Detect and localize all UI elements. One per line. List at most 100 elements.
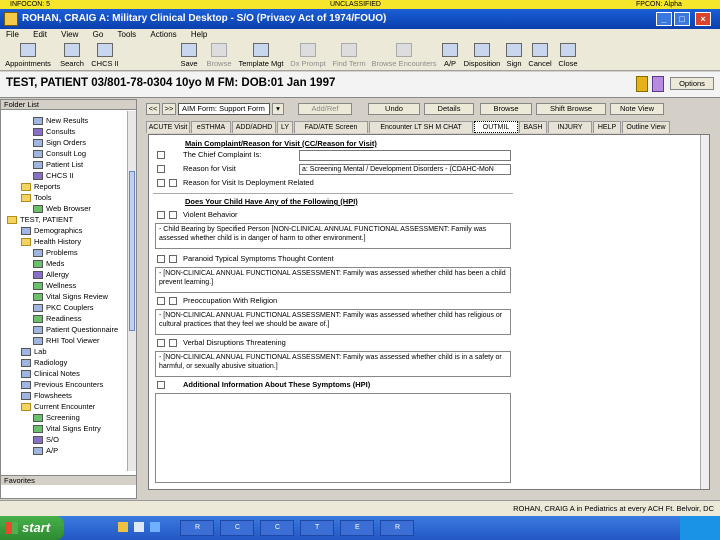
template-mgt-button[interactable]: Template Mgt bbox=[236, 43, 286, 68]
sidebar-item-vital-signs-entry[interactable]: Vital Signs Entry bbox=[33, 424, 101, 434]
sidebar-item-chcs[interactable]: CHCS II bbox=[33, 171, 74, 181]
deployment-checkbox[interactable] bbox=[157, 179, 165, 187]
sidebar-item-lab[interactable]: Lab bbox=[21, 347, 47, 357]
next-form-button[interactable]: >> bbox=[162, 103, 176, 115]
reason-visit-checkbox[interactable] bbox=[157, 165, 165, 173]
sidebar-item-flowsheets[interactable]: Flowsheets bbox=[21, 391, 72, 401]
form-scrollbar[interactable] bbox=[700, 135, 709, 489]
favorites-bar[interactable]: Favorites bbox=[1, 475, 136, 485]
taskbar-item-2[interactable]: C bbox=[220, 520, 254, 536]
additional-info-checkbox[interactable] bbox=[157, 381, 165, 389]
alert-icon[interactable] bbox=[636, 76, 648, 92]
paranoid-checkbox-2[interactable] bbox=[169, 255, 177, 263]
sidebar-item-readiness[interactable]: Readiness bbox=[33, 314, 81, 324]
sidebar-item-previous-encounters[interactable]: Previous Encounters bbox=[21, 380, 103, 390]
sidebar-item-problems[interactable]: Problems bbox=[33, 248, 78, 258]
sidebar-item-new-results[interactable]: New Results bbox=[33, 116, 88, 126]
sidebar-item-test-patient[interactable]: TEST, PATIENT bbox=[7, 215, 73, 225]
sidebar-item-so[interactable]: S/O bbox=[33, 435, 59, 445]
violent-behavior-checkbox-2[interactable] bbox=[169, 211, 177, 219]
religion-checkbox-2[interactable] bbox=[169, 297, 177, 305]
deployment-checkbox-2[interactable] bbox=[169, 179, 177, 187]
tab-encounter-mchat[interactable]: Encounter LT SH M CHAT bbox=[369, 121, 473, 133]
sidebar-item-health-history[interactable]: Health History bbox=[21, 237, 81, 247]
sidebar-item-ap[interactable]: A/P bbox=[33, 446, 58, 456]
flag-icon[interactable] bbox=[652, 76, 664, 92]
shift-browse-button[interactable]: Shift Browse bbox=[536, 103, 606, 115]
religion-note[interactable]: - [NON-CLINICAL ANNUAL FUNCTIONAL ASSESS… bbox=[155, 309, 511, 335]
taskbar-item-5[interactable]: E bbox=[340, 520, 374, 536]
religion-checkbox[interactable] bbox=[157, 297, 165, 305]
note-view-button[interactable]: Note View bbox=[610, 103, 664, 115]
tab-add-adhd[interactable]: ADD/ADHD bbox=[232, 121, 276, 133]
tab-bash[interactable]: BASH bbox=[519, 121, 547, 133]
sidebar-item-vital-signs-review[interactable]: Vital Signs Review bbox=[33, 292, 108, 302]
save-button[interactable]: Save bbox=[176, 43, 202, 68]
find-term-button[interactable]: Find Term bbox=[329, 43, 369, 68]
taskbar-item-6[interactable]: R bbox=[380, 520, 414, 536]
options-button[interactable]: Options bbox=[670, 77, 714, 90]
ap-button[interactable]: A/P bbox=[440, 43, 460, 68]
taskbar-item-1[interactable]: R bbox=[180, 520, 214, 536]
details-button[interactable]: Details bbox=[424, 103, 474, 115]
quicklaunch-ie-icon[interactable] bbox=[150, 522, 160, 532]
sidebar-item-meds[interactable]: Meds bbox=[33, 259, 64, 269]
sidebar-item-current-encounter[interactable]: Current Encounter bbox=[21, 402, 95, 412]
tab-esthma[interactable]: eSTHMA bbox=[191, 121, 231, 133]
dx-prompt-button[interactable]: Dx Prompt bbox=[288, 43, 328, 68]
tab-help[interactable]: HELP bbox=[593, 121, 621, 133]
tab-ly[interactable]: LY bbox=[277, 121, 293, 133]
tab-outmil[interactable]: OUTMIL bbox=[474, 121, 518, 133]
sidebar-item-patient-questionnaire[interactable]: Patient Questionnaire bbox=[33, 325, 118, 335]
sidebar-item-radiology[interactable]: Radiology bbox=[21, 358, 67, 368]
browse-button[interactable]: Browse bbox=[204, 43, 234, 68]
quicklaunch-folder-icon[interactable] bbox=[118, 522, 128, 532]
form-select-dropdown[interactable]: ▾ bbox=[272, 103, 284, 115]
menu-actions[interactable]: Actions bbox=[150, 30, 176, 39]
sidebar-item-allergy[interactable]: Allergy bbox=[33, 270, 69, 280]
tab-acute-visit[interactable]: ACUTE Visit bbox=[146, 121, 190, 133]
menu-file[interactable]: File bbox=[6, 30, 19, 39]
search-button[interactable]: Search bbox=[55, 43, 89, 68]
sidebar-item-pkc-couplers[interactable]: PKC Couplers bbox=[33, 303, 94, 313]
menu-tools[interactable]: Tools bbox=[118, 30, 137, 39]
add-ref-button[interactable]: Add/Ref bbox=[298, 103, 352, 115]
start-button[interactable]: start bbox=[0, 516, 64, 540]
reason-visit-field[interactable]: a: Screening Mental / Development Disord… bbox=[299, 164, 511, 175]
sidebar-scrollbar[interactable] bbox=[127, 111, 136, 471]
verbal-disruptions-checkbox[interactable] bbox=[157, 339, 165, 347]
chief-complaint-checkbox[interactable] bbox=[157, 151, 165, 159]
taskbar-item-4[interactable]: T bbox=[300, 520, 334, 536]
sidebar-item-consult-log[interactable]: Consult Log bbox=[33, 149, 86, 159]
tab-injury[interactable]: INJURY bbox=[548, 121, 592, 133]
sidebar-item-clinical-notes[interactable]: Clinical Notes bbox=[21, 369, 80, 379]
menu-view[interactable]: View bbox=[61, 30, 78, 39]
menu-help[interactable]: Help bbox=[191, 30, 207, 39]
sidebar-item-rhi-tool-viewer[interactable]: RHI Tool Viewer bbox=[33, 336, 100, 346]
prev-form-button[interactable]: << bbox=[146, 103, 160, 115]
paranoid-checkbox[interactable] bbox=[157, 255, 165, 263]
additional-info-field[interactable] bbox=[155, 393, 511, 483]
undo-button[interactable]: Undo bbox=[368, 103, 420, 115]
menu-edit[interactable]: Edit bbox=[33, 30, 47, 39]
sidebar-item-patient-list[interactable]: Patient List bbox=[33, 160, 83, 170]
tab-fad-ate-screen[interactable]: FAD/ATE Screen bbox=[294, 121, 368, 133]
close-encounter-button[interactable]: Close bbox=[556, 43, 580, 68]
tab-outline-view[interactable]: Outline View bbox=[622, 121, 670, 133]
quicklaunch-browser-icon[interactable] bbox=[134, 522, 144, 532]
appointments-button[interactable]: Appointments bbox=[4, 43, 52, 68]
sidebar-item-consults[interactable]: Consults bbox=[33, 127, 75, 137]
browse-form-button[interactable]: Browse bbox=[480, 103, 532, 115]
taskbar-item-3[interactable]: C bbox=[260, 520, 294, 536]
menu-go[interactable]: Go bbox=[93, 30, 104, 39]
browse-encounters-button[interactable]: Browse Encounters bbox=[371, 43, 437, 68]
sidebar-item-sign-orders[interactable]: Sign Orders bbox=[33, 138, 86, 148]
violent-behavior-note[interactable]: - Child Bearing by Specified Person [NON… bbox=[155, 223, 511, 249]
chcs-button[interactable]: CHCS II bbox=[90, 43, 120, 68]
form-select[interactable]: AIM Form: Support Form bbox=[178, 103, 270, 115]
sidebar-item-screening[interactable]: Screening bbox=[33, 413, 80, 423]
cancel-button[interactable]: Cancel bbox=[526, 43, 554, 68]
sidebar-item-wellness[interactable]: Wellness bbox=[33, 281, 76, 291]
sidebar-item-tools[interactable]: Tools bbox=[21, 193, 52, 203]
sidebar-item-web-browser[interactable]: Web Browser bbox=[33, 204, 91, 214]
